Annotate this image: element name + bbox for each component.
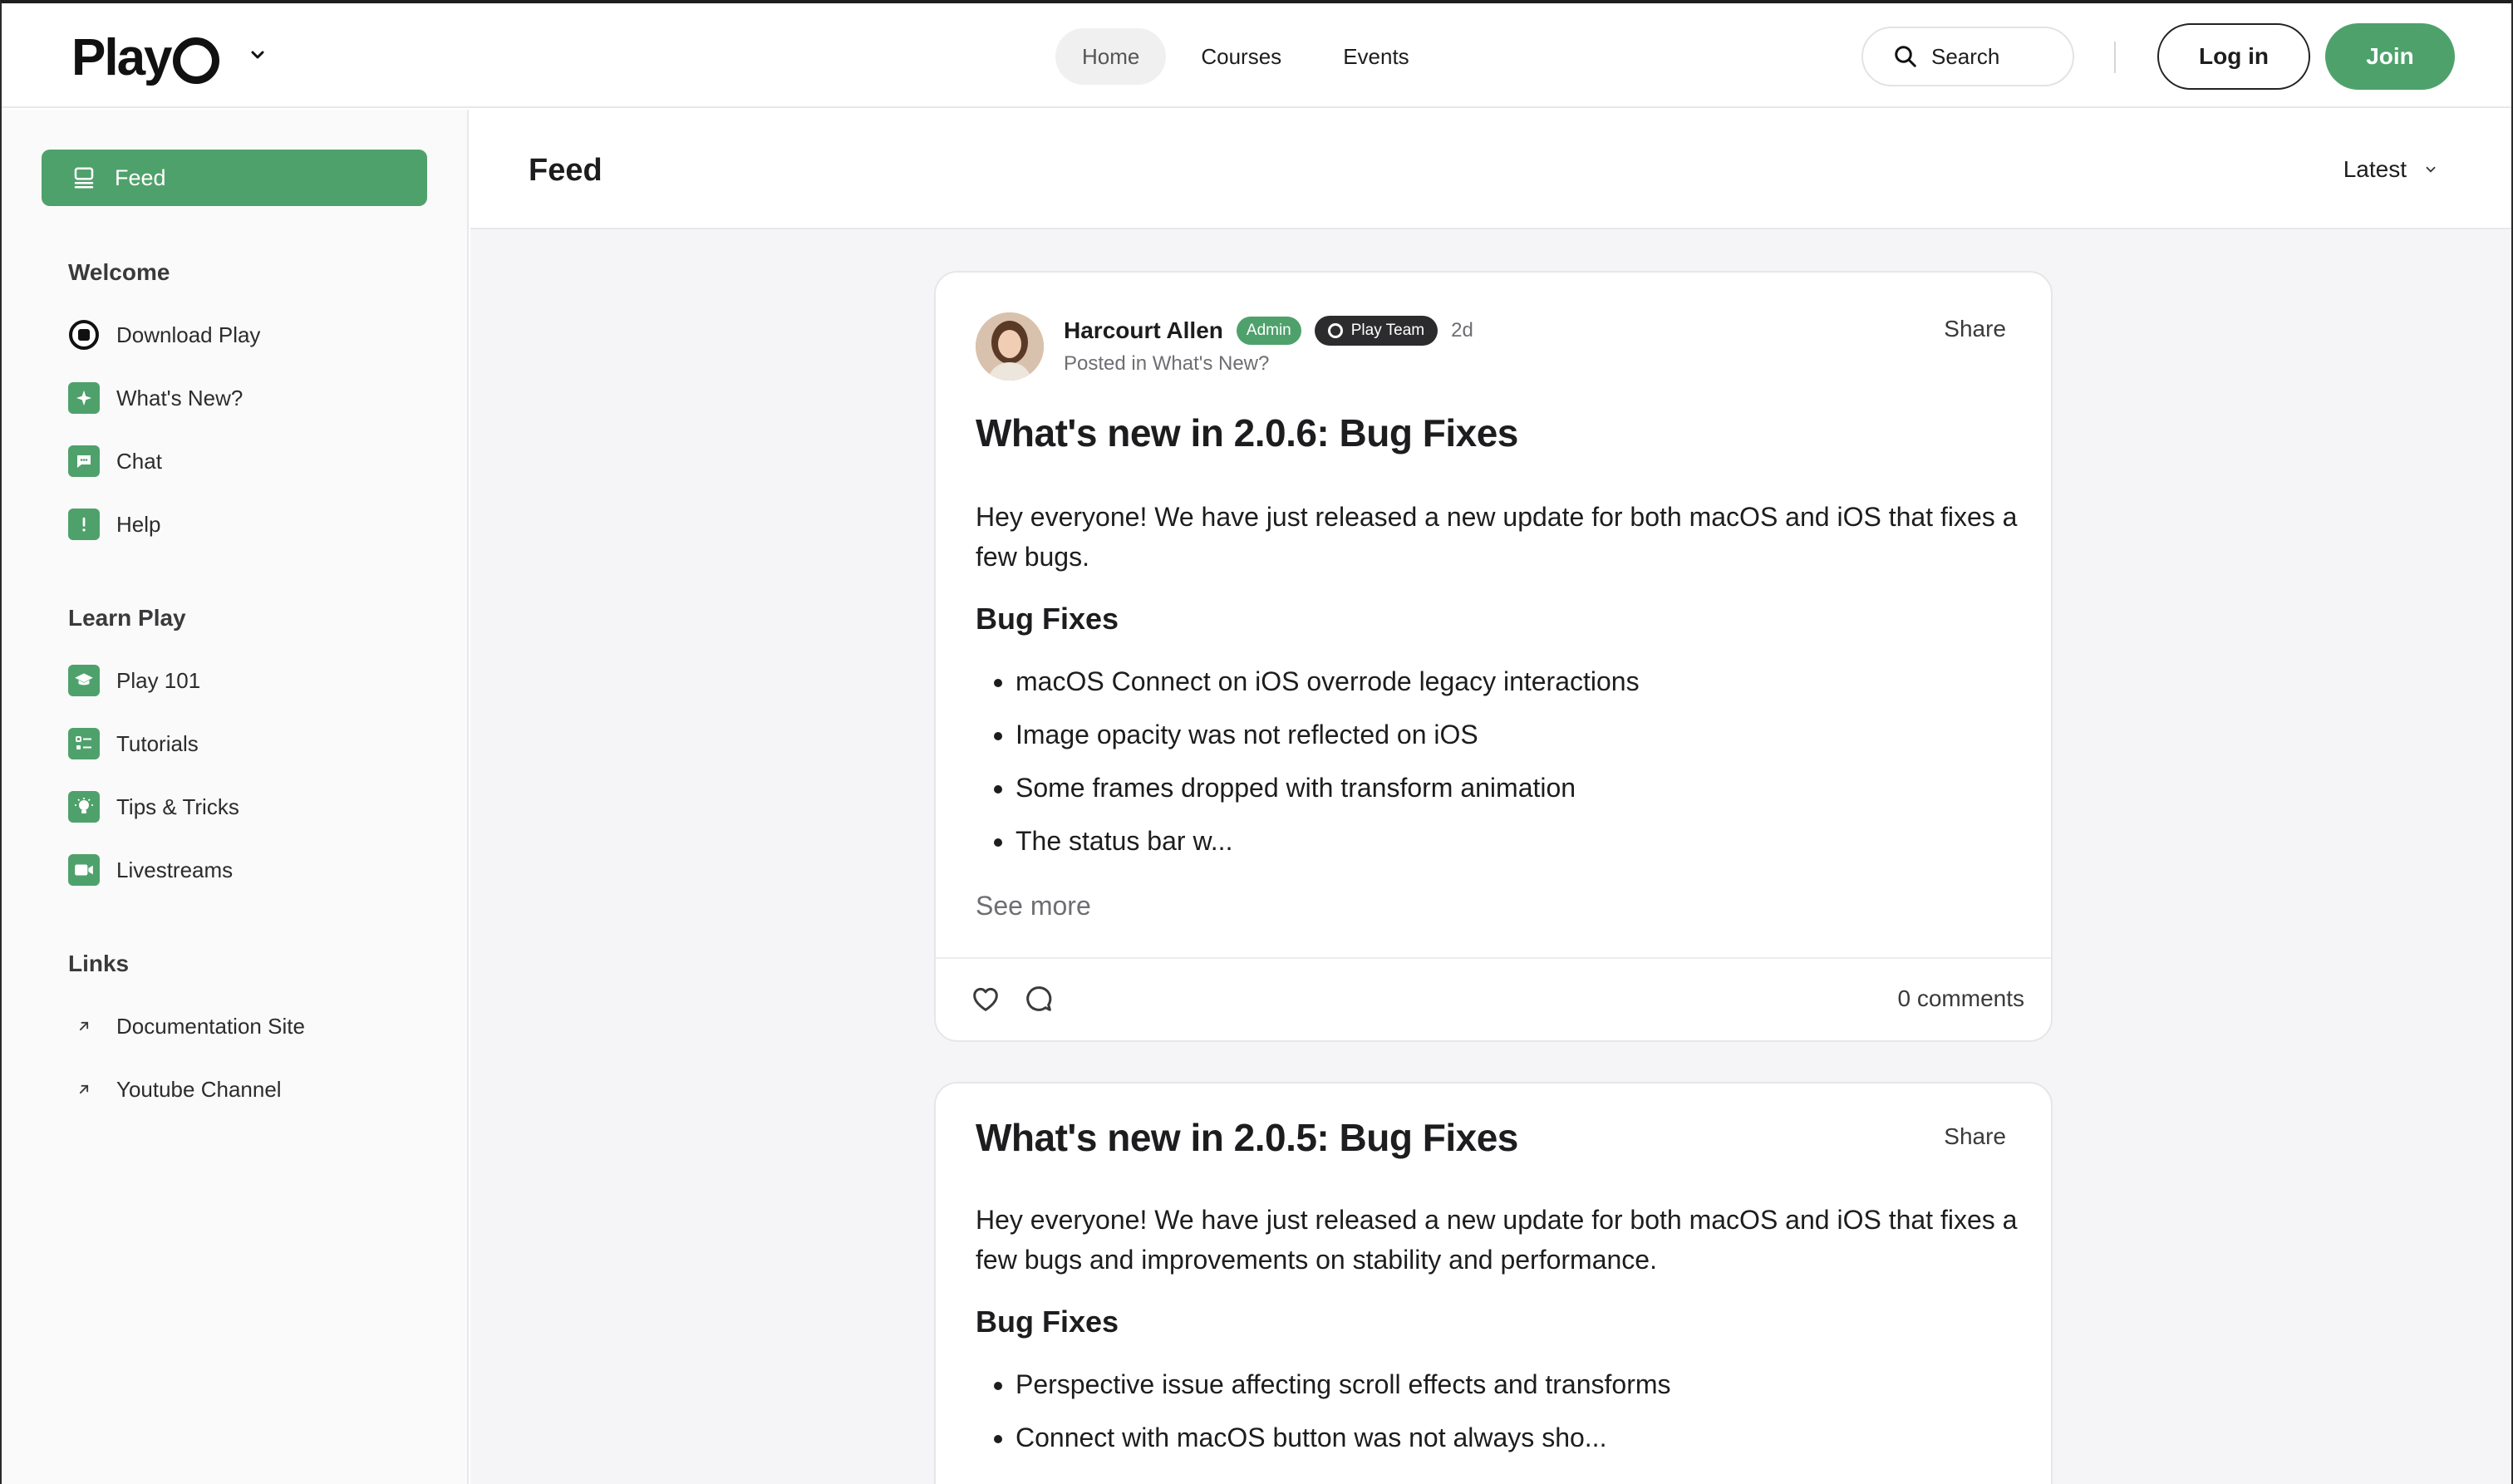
play-logo-icon bbox=[1327, 323, 1343, 338]
team-badge-label: Play Team bbox=[1350, 322, 1425, 339]
sidebar-item-youtube-channel[interactable]: Youtube Channel bbox=[68, 1073, 282, 1106]
share-button[interactable]: Share bbox=[1944, 316, 2006, 342]
graduation-cap-icon bbox=[68, 665, 100, 696]
post-subheading: Bug Fixes bbox=[976, 1305, 1119, 1339]
list-item: Perspective issue affecting scroll effec… bbox=[1016, 1364, 1671, 1418]
checklist-icon bbox=[68, 728, 100, 759]
sidebar-item-feed[interactable]: Feed bbox=[42, 150, 427, 206]
list-item: Connect with macOS button was not always… bbox=[1016, 1418, 1671, 1471]
post-card[interactable]: Harcourt Allen Admin Play Team 2d Posted… bbox=[934, 271, 2053, 1042]
logo-wordmark: Play bbox=[71, 28, 173, 86]
login-button[interactable]: Log in bbox=[2157, 23, 2310, 90]
video-camera-icon bbox=[68, 854, 100, 886]
post-body: Hey everyone! We have just released a ne… bbox=[976, 1205, 2018, 1275]
play-logo[interactable]: Play bbox=[71, 28, 219, 86]
bullet-list: macOS Connect on iOS overrode legacy int… bbox=[1016, 661, 1640, 874]
heart-icon[interactable] bbox=[969, 982, 1002, 1015]
search-icon bbox=[1895, 46, 1916, 67]
list-item: The status bar w... bbox=[1016, 821, 1640, 874]
list-item: macOS Connect on iOS overrode legacy int… bbox=[1016, 661, 1640, 715]
sidebar-item-label: Livestreams bbox=[116, 857, 234, 882]
comments-count[interactable]: 0 comments bbox=[1898, 985, 2025, 1012]
section-title-learn-play: Learn Play bbox=[68, 605, 186, 631]
search-button[interactable]: Search bbox=[1861, 27, 2074, 86]
sidebar-item-tutorials[interactable]: Tutorials bbox=[68, 727, 199, 760]
sidebar-item-tips-tricks[interactable]: Tips & Tricks bbox=[68, 790, 239, 823]
post-title[interactable]: What's new in 2.0.6: Bug Fixes bbox=[976, 410, 1518, 455]
post-footer: 0 comments bbox=[936, 957, 2051, 1040]
nav-courses[interactable]: Courses bbox=[1174, 28, 1308, 85]
sidebar-item-label: Tutorials bbox=[116, 730, 199, 756]
nav-home[interactable]: Home bbox=[1055, 28, 1167, 85]
comment-icon[interactable] bbox=[1022, 982, 1055, 1015]
see-more-link[interactable]: See more bbox=[976, 891, 1091, 921]
sidebar-item-label: Chat bbox=[116, 448, 162, 474]
list-item: Some frames dropped with transform anima… bbox=[1016, 768, 1640, 821]
search-label: Search bbox=[1931, 43, 2000, 69]
sidebar-item-label: Documentation Site bbox=[116, 1013, 305, 1039]
author-name[interactable]: Harcourt Allen bbox=[1064, 317, 1223, 344]
post-meta: Harcourt Allen Admin Play Team 2d bbox=[1064, 316, 1473, 346]
avatar[interactable] bbox=[976, 312, 1044, 381]
section-title-welcome: Welcome bbox=[68, 259, 170, 285]
sidebar: Feed Welcome Download Play What's New? C… bbox=[2, 110, 469, 1484]
sidebar-item-label: Feed bbox=[115, 165, 166, 190]
sidebar-item-label: Play 101 bbox=[116, 667, 201, 693]
join-button[interactable]: Join bbox=[2325, 23, 2455, 90]
feed-icon bbox=[74, 167, 94, 189]
team-badge: Play Team bbox=[1314, 316, 1438, 346]
sidebar-item-play-101[interactable]: Play 101 bbox=[68, 664, 200, 697]
post-time: 2d bbox=[1451, 319, 1473, 342]
chat-bubble-icon bbox=[68, 445, 100, 477]
sidebar-item-label: Help bbox=[116, 511, 161, 537]
arrow-up-right-icon bbox=[68, 1010, 100, 1042]
main-content: Feed Latest Harcourt Allen Admin Play Te… bbox=[470, 110, 2511, 1484]
lightbulb-icon bbox=[68, 791, 100, 823]
post-card[interactable]: What's new in 2.0.5: Bug Fixes Share Hey… bbox=[934, 1082, 2053, 1484]
header-divider bbox=[2114, 42, 2116, 73]
sidebar-item-label: What's New? bbox=[116, 385, 243, 410]
arrow-up-right-icon bbox=[68, 1074, 100, 1105]
share-button[interactable]: Share bbox=[1944, 1123, 2006, 1150]
sidebar-item-label: Download Play bbox=[116, 322, 261, 347]
play-logo-icon bbox=[68, 319, 100, 351]
feed-header: Feed Latest bbox=[470, 110, 2511, 229]
reaction-bar bbox=[969, 982, 1055, 1015]
top-nav: Home Courses Events bbox=[1055, 28, 1436, 85]
sidebar-item-documentation-site[interactable]: Documentation Site bbox=[68, 1010, 305, 1043]
logo-o-mark bbox=[172, 37, 219, 84]
page-title: Feed bbox=[529, 153, 602, 188]
sidebar-item-download-play[interactable]: Download Play bbox=[68, 318, 260, 351]
chevron-down-icon[interactable] bbox=[248, 45, 268, 65]
bullet-list: Perspective issue affecting scroll effec… bbox=[1016, 1364, 1671, 1471]
nav-events[interactable]: Events bbox=[1316, 28, 1436, 85]
post-subheading: Bug Fixes bbox=[976, 602, 1119, 636]
admin-badge: Admin bbox=[1236, 317, 1301, 345]
sidebar-item-livestreams[interactable]: Livestreams bbox=[68, 853, 233, 887]
sort-dropdown[interactable]: Latest bbox=[2343, 156, 2438, 183]
chevron-down-icon bbox=[2426, 166, 2436, 173]
sidebar-item-chat[interactable]: Chat bbox=[68, 445, 162, 478]
sidebar-item-help[interactable]: Help bbox=[68, 508, 160, 541]
sidebar-item-label: Tips & Tricks bbox=[116, 794, 239, 819]
sidebar-item-label: Youtube Channel bbox=[116, 1076, 282, 1102]
sidebar-item-whats-new[interactable]: What's New? bbox=[68, 381, 243, 415]
sparkle-icon bbox=[68, 382, 100, 414]
top-header: Play Home Courses Events Search Log in J… bbox=[2, 3, 2511, 108]
post-title[interactable]: What's new in 2.0.5: Bug Fixes bbox=[976, 1115, 1518, 1160]
post-body: Hey everyone! We have just released a ne… bbox=[976, 502, 2018, 572]
sort-label: Latest bbox=[2343, 156, 2407, 182]
exclamation-icon bbox=[68, 509, 100, 540]
app-window: Play Home Courses Events Search Log in J… bbox=[0, 0, 2513, 1484]
list-item: Image opacity was not reflected on iOS bbox=[1016, 715, 1640, 768]
section-title-links: Links bbox=[68, 951, 130, 976]
posted-in[interactable]: Posted in What's New? bbox=[1064, 352, 1269, 376]
